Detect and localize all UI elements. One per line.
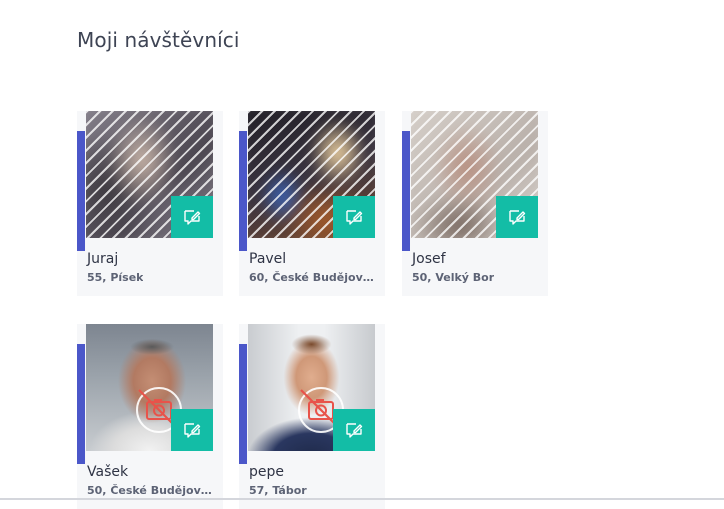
visitor-info: 55, Písek: [87, 271, 144, 284]
visitor-photo[interactable]: [411, 111, 538, 238]
card-accent-bar: [77, 131, 85, 251]
send-message-button[interactable]: [171, 409, 213, 451]
visitor-card[interactable]: pepe 57, Tábor: [239, 324, 385, 509]
send-message-button[interactable]: [333, 196, 375, 238]
visitor-info: 57, Tábor: [249, 484, 307, 497]
page-title: Moji návštěvníci: [77, 28, 240, 52]
visitor-name[interactable]: Josef: [412, 251, 446, 267]
send-message-button[interactable]: [333, 409, 375, 451]
visitor-card[interactable]: Josef 50, Velký Bor: [402, 111, 548, 296]
visitor-name[interactable]: Vašek: [87, 464, 128, 480]
message-edit-icon: [346, 423, 363, 438]
visitor-photo[interactable]: [86, 111, 213, 238]
visitor-name[interactable]: pepe: [249, 464, 284, 480]
card-accent-bar: [239, 344, 247, 464]
visitor-info: 50, České Budějovic...: [87, 484, 213, 497]
visitor-card[interactable]: Juraj 55, Písek: [77, 111, 223, 296]
card-accent-bar: [77, 344, 85, 464]
message-edit-icon: [509, 210, 526, 225]
message-edit-icon: [346, 210, 363, 225]
visitor-name[interactable]: Pavel: [249, 251, 286, 267]
send-message-button[interactable]: [496, 196, 538, 238]
visitor-card[interactable]: Pavel 60, České Budějovic...: [239, 111, 385, 296]
visitor-photo[interactable]: [248, 324, 375, 451]
visitor-photo[interactable]: [86, 324, 213, 451]
card-accent-bar: [402, 131, 410, 251]
visitor-name[interactable]: Juraj: [87, 251, 118, 267]
message-edit-icon: [184, 210, 201, 225]
visitor-photo[interactable]: [248, 111, 375, 238]
message-edit-icon: [184, 423, 201, 438]
send-message-button[interactable]: [171, 196, 213, 238]
visitor-card[interactable]: Vašek 50, České Budějovic...: [77, 324, 223, 509]
card-accent-bar: [239, 131, 247, 251]
visitor-info: 50, Velký Bor: [412, 271, 495, 284]
visitor-info: 60, České Budějovic...: [249, 271, 375, 284]
